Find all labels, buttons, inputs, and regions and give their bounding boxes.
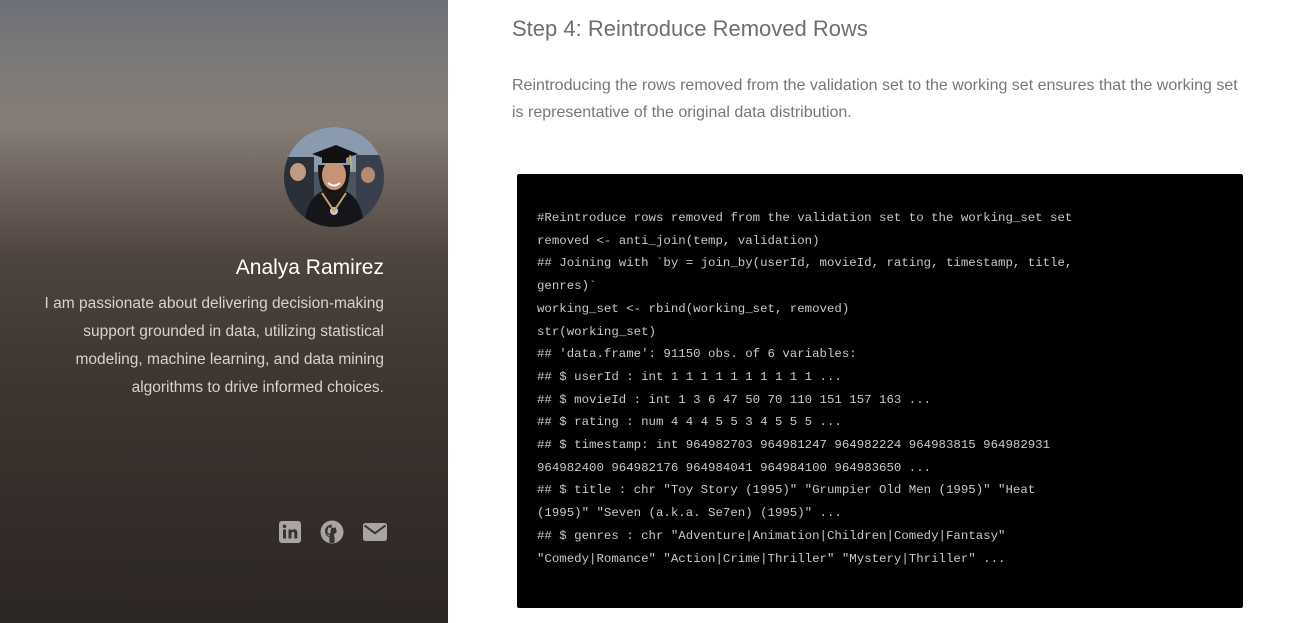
envelope-icon xyxy=(363,523,387,541)
code-line: ## Joining with `by = join_by(userId, mo… xyxy=(537,256,1073,271)
github-icon xyxy=(320,520,344,544)
code-line: 964982400 964982176 964984041 964984100 … xyxy=(537,460,932,475)
author-avatar xyxy=(284,127,384,227)
code-line: ## $ movieId : int 1 3 6 47 50 70 110 15… xyxy=(537,392,932,407)
code-line: ## $ title : chr "Toy Story (1995)" "Gru… xyxy=(537,483,1036,498)
step-description: Reintroducing the rows removed from the … xyxy=(512,77,1238,121)
author-sidebar: Analya Ramirez I am passionate about del… xyxy=(0,0,448,623)
code-line: ## $ userId : int 1 1 1 1 1 1 1 1 1 1 ..… xyxy=(537,369,842,384)
author-bio: I am passionate about delivering decisio… xyxy=(44,295,384,396)
step-title: Step 4: Reintroduce Removed Rows xyxy=(512,16,868,41)
code-line: genres)` xyxy=(537,279,597,294)
code-line: (1995)" "Seven (a.k.a. Se7en) (1995)" ..… xyxy=(537,506,842,521)
page: Analya Ramirez I am passionate about del… xyxy=(0,0,1303,623)
email-link[interactable] xyxy=(362,520,387,544)
code-line: str(working_set) xyxy=(537,324,656,339)
linkedin-icon xyxy=(279,521,301,543)
social-links xyxy=(278,520,387,544)
main-content: Step 4: Reintroduce Removed Rows Reintro… xyxy=(448,0,1303,623)
code-line: ## $ rating : num 4 4 4 5 5 3 4 5 5 5 ..… xyxy=(537,415,842,430)
code-line: "Comedy|Romance" "Action|Crime|Thriller"… xyxy=(537,551,1006,566)
code-line: ## $ timestamp: int 964982703 964981247 … xyxy=(537,438,1051,453)
code-line: removed <- anti_join(temp, validation) xyxy=(537,233,820,248)
github-link[interactable] xyxy=(320,520,344,544)
code-block[interactable]: #Reintroduce rows removed from the valid… xyxy=(517,174,1243,608)
code-line: working_set <- rbind(working_set, remove… xyxy=(537,301,850,316)
author-name: Analya Ramirez xyxy=(235,256,384,279)
code-line: ## $ genres : chr "Adventure|Animation|C… xyxy=(537,528,1006,543)
linkedin-link[interactable] xyxy=(278,520,302,544)
code-line: #Reintroduce rows removed from the valid… xyxy=(537,211,1073,225)
code-line: ## 'data.frame': 91150 obs. of 6 variabl… xyxy=(537,347,857,362)
